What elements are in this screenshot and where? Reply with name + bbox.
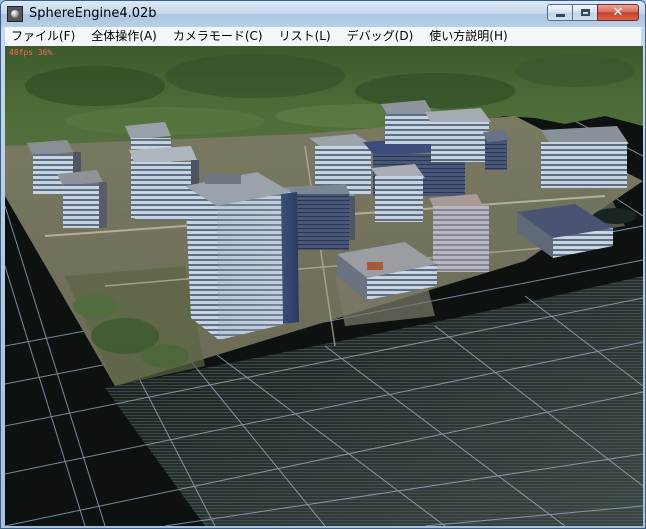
main-tower xyxy=(185,172,299,340)
close-button[interactable]: ✕ xyxy=(597,4,639,21)
building-center-white xyxy=(371,164,425,222)
menu-global-ops[interactable]: 全体操作(A) xyxy=(85,27,163,46)
building-right xyxy=(541,126,629,188)
menu-bar: ファイル(F) 全体操作(A) カメラモード(C) リスト(L) デバッグ(D)… xyxy=(5,27,641,46)
3d-viewport[interactable]: 40fps 36% xyxy=(5,46,643,526)
window-title: SphereEngine4.02b xyxy=(29,6,157,21)
scene-canvas xyxy=(5,46,643,526)
menu-list[interactable]: リスト(L) xyxy=(273,27,337,46)
maximize-button[interactable] xyxy=(572,4,598,21)
menu-debug[interactable]: デバッグ(D) xyxy=(341,27,420,46)
app-icon[interactable] xyxy=(7,6,23,22)
app-window: SphereEngine4.02b ✕ ファイル(F) 全体操作(A) カメラモ… xyxy=(0,0,646,529)
caption-buttons: ✕ xyxy=(547,4,639,23)
menu-camera-mode[interactable]: カメラモード(C) xyxy=(167,27,269,46)
building-pink xyxy=(429,194,489,272)
building-center-glass xyxy=(289,184,351,250)
building-left xyxy=(57,170,107,228)
menu-help[interactable]: 使い方説明(H) xyxy=(423,27,513,46)
minimize-icon xyxy=(556,14,565,17)
fps-indicator: 40fps 36% xyxy=(9,48,53,57)
close-icon: ✕ xyxy=(612,5,624,20)
menu-file[interactable]: ファイル(F) xyxy=(5,27,81,46)
title-bar[interactable]: SphereEngine4.02b ✕ xyxy=(1,1,645,27)
minimize-button[interactable] xyxy=(547,4,573,21)
maximize-icon xyxy=(581,9,590,16)
